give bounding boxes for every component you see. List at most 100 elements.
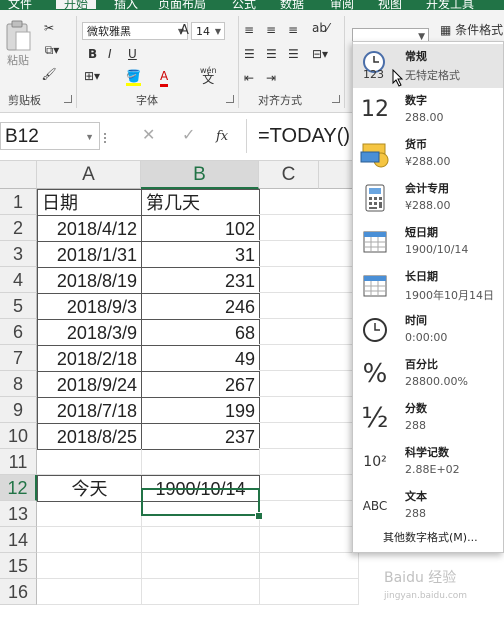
- tab-file[interactable]: 文件: [8, 0, 32, 10]
- fill-handle[interactable]: [255, 512, 263, 520]
- cut-button[interactable]: ✂: [40, 20, 58, 36]
- tab-insert[interactable]: 插入: [114, 0, 138, 10]
- number-format-item[interactable]: 长日期 1900年10月14日: [353, 264, 503, 308]
- cell-c9[interactable]: [259, 397, 359, 423]
- row-header[interactable]: 16: [0, 579, 37, 605]
- cell-c10[interactable]: [259, 423, 359, 449]
- cell-b2[interactable]: 102: [141, 215, 260, 242]
- align-right-button[interactable]: ☰: [288, 46, 299, 62]
- row-header[interactable]: 11: [0, 449, 37, 475]
- decrease-indent-button[interactable]: ⇤: [244, 70, 254, 86]
- cell-a1[interactable]: 日期: [37, 189, 142, 216]
- cell-b7[interactable]: 49: [141, 345, 260, 372]
- cell-c2[interactable]: [259, 215, 359, 241]
- formula-input[interactable]: =TODAY(): [258, 125, 350, 148]
- tab-data[interactable]: 数据: [280, 0, 304, 10]
- row-header[interactable]: 14: [0, 527, 37, 553]
- number-format-item[interactable]: ABC 文本 288: [353, 484, 503, 528]
- font-name-combo[interactable]: 微软雅黑 ▼: [82, 22, 188, 40]
- name-box[interactable]: B12 ▼: [0, 122, 100, 150]
- row-header[interactable]: 7: [0, 345, 37, 371]
- cell-c4[interactable]: [259, 267, 359, 293]
- merge-center-button[interactable]: ⊟▾: [312, 46, 328, 62]
- column-header-a[interactable]: A: [37, 161, 141, 189]
- cell-c16[interactable]: [259, 579, 359, 605]
- orientation-button[interactable]: ab⁄: [312, 20, 329, 36]
- row-header[interactable]: 12: [0, 475, 37, 501]
- cell-a6[interactable]: 2018/3/9: [37, 319, 142, 346]
- row-header[interactable]: 15: [0, 553, 37, 579]
- italic-button[interactable]: I: [108, 46, 112, 62]
- tab-home[interactable]: 开始: [56, 0, 97, 10]
- cell-a11[interactable]: [37, 449, 142, 475]
- cell-a9[interactable]: 2018/7/18: [37, 397, 142, 424]
- column-header-b[interactable]: B: [141, 161, 259, 189]
- cell-b9[interactable]: 199: [141, 397, 260, 424]
- row-header[interactable]: 8: [0, 371, 37, 397]
- cell-b13[interactable]: [141, 501, 260, 527]
- cell-a4[interactable]: 2018/8/19: [37, 267, 142, 294]
- number-format-item[interactable]: 12 数字 288.00: [353, 88, 503, 132]
- number-format-item[interactable]: ½ 分数 288: [353, 396, 503, 440]
- cell-b16[interactable]: [141, 579, 260, 605]
- number-format-item[interactable]: 货币 ¥288.00: [353, 132, 503, 176]
- cell-c14[interactable]: [259, 527, 359, 553]
- row-header[interactable]: 10: [0, 423, 37, 449]
- cell-b12[interactable]: 1900/10/14: [141, 475, 260, 502]
- bold-button[interactable]: B: [88, 46, 97, 62]
- tab-view[interactable]: 视图: [378, 0, 402, 10]
- paste-button[interactable]: 粘贴: [4, 20, 32, 69]
- cell-c8[interactable]: [259, 371, 359, 397]
- enter-formula-button[interactable]: ✓: [182, 127, 195, 143]
- clipboard-launcher-icon[interactable]: [64, 95, 72, 103]
- borders-button[interactable]: ⊞▾: [84, 68, 100, 84]
- number-format-item[interactable]: 123 常规 无特定格式: [353, 44, 503, 88]
- align-bottom-button[interactable]: ≡: [288, 22, 298, 38]
- cell-a2[interactable]: 2018/4/12: [37, 215, 142, 242]
- row-header[interactable]: 5: [0, 293, 37, 319]
- cell-b4[interactable]: 231: [141, 267, 260, 294]
- cell-c6[interactable]: [259, 319, 359, 345]
- font-size-combo[interactable]: 14 ▼: [191, 22, 225, 40]
- more-number-formats-link[interactable]: 其他数字格式(M)...: [383, 529, 478, 545]
- format-painter-button[interactable]: 🖌: [40, 66, 58, 82]
- cell-a7[interactable]: 2018/2/18: [37, 345, 142, 372]
- cell-c12[interactable]: [259, 475, 359, 501]
- row-header[interactable]: 1: [0, 189, 37, 215]
- number-format-item[interactable]: % 百分比 28800.00%: [353, 352, 503, 396]
- fill-color-button[interactable]: 🪣: [126, 68, 141, 86]
- cell-c5[interactable]: [259, 293, 359, 319]
- align-left-button[interactable]: ☰: [244, 46, 255, 62]
- column-header-c[interactable]: C: [259, 161, 319, 189]
- cell-a16[interactable]: [37, 579, 142, 605]
- row-header[interactable]: 13: [0, 501, 37, 527]
- tab-review[interactable]: 审阅: [330, 0, 354, 10]
- font-color-button[interactable]: A: [160, 68, 169, 87]
- tab-formulas[interactable]: 公式: [232, 0, 256, 10]
- align-middle-button[interactable]: ≡: [266, 22, 276, 38]
- cell-a15[interactable]: [37, 553, 142, 579]
- cell-b5[interactable]: 246: [141, 293, 260, 320]
- row-header[interactable]: 9: [0, 397, 37, 423]
- cell-a8[interactable]: 2018/9/24: [37, 371, 142, 398]
- cell-a5[interactable]: 2018/9/3: [37, 293, 142, 320]
- align-top-button[interactable]: ≡: [244, 22, 254, 38]
- number-format-item[interactable]: 时间 0:00:00: [353, 308, 503, 352]
- cell-c13[interactable]: [259, 501, 359, 527]
- cell-b15[interactable]: [141, 553, 260, 579]
- cell-b6[interactable]: 68: [141, 319, 260, 346]
- cell-b10[interactable]: 237: [141, 423, 260, 450]
- number-format-item[interactable]: 会计专用 ¥288.00: [353, 176, 503, 220]
- cell-c3[interactable]: [259, 241, 359, 267]
- conditional-format-button[interactable]: ▦ 条件格式: [440, 22, 503, 38]
- row-header[interactable]: 3: [0, 241, 37, 267]
- grow-font-button[interactable]: A: [180, 23, 189, 39]
- cell-c1[interactable]: [259, 189, 359, 215]
- row-header[interactable]: 6: [0, 319, 37, 345]
- font-launcher-icon[interactable]: [226, 95, 234, 103]
- cell-c11[interactable]: [259, 449, 359, 475]
- cell-b1[interactable]: 第几天: [141, 189, 260, 216]
- cell-a14[interactable]: [37, 527, 142, 553]
- cell-c7[interactable]: [259, 345, 359, 371]
- phonetic-button[interactable]: wén 文: [200, 66, 217, 85]
